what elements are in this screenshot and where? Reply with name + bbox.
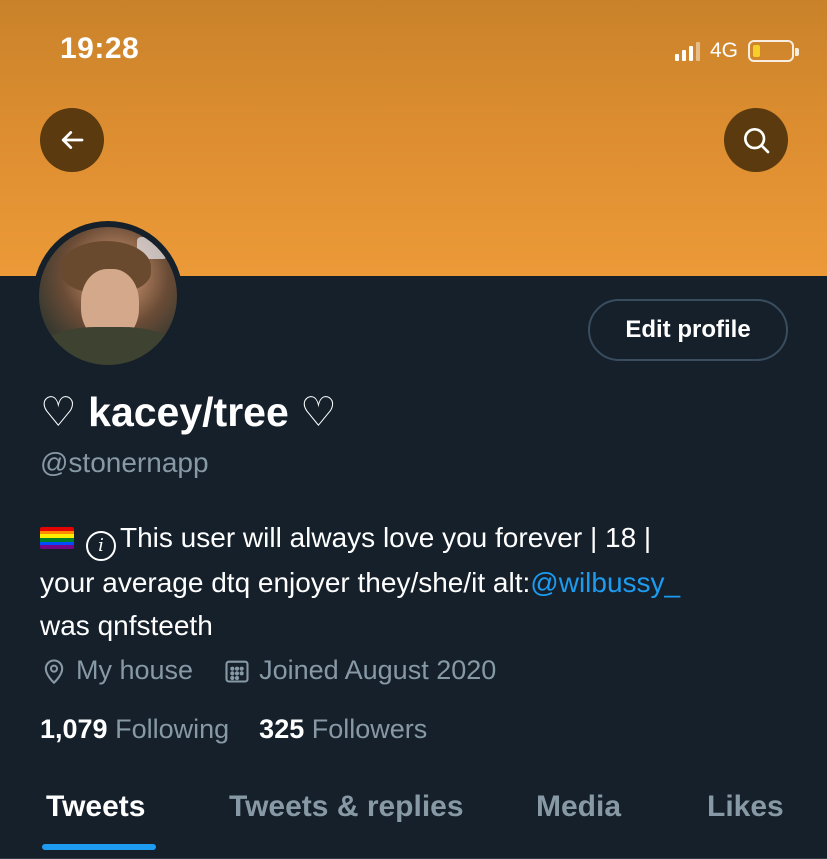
status-time: 19:28: [60, 32, 140, 65]
tab-media[interactable]: Media: [536, 790, 621, 824]
following-label: Following: [115, 714, 230, 744]
tab-tweets[interactable]: Tweets: [46, 790, 145, 824]
signal-icon: [674, 41, 700, 61]
follow-stats: 1,079 Following 325 Followers: [40, 714, 427, 745]
info-icon: i: [86, 530, 116, 561]
following-count: 1,079: [40, 714, 108, 744]
location-icon: [40, 656, 68, 686]
profile-bio: i This user will always love you forever …: [40, 516, 800, 647]
arrow-left-icon: [61, 131, 84, 149]
active-tab-indicator: [42, 844, 156, 850]
network-type: 4G: [709, 39, 738, 62]
calendar-icon: [223, 657, 251, 685]
followers-link[interactable]: 325 Followers: [259, 714, 427, 744]
location-text: My house: [76, 655, 194, 685]
bio-line-1: i This user will always love you forever …: [40, 516, 800, 561]
back-button[interactable]: [40, 108, 104, 172]
following-link[interactable]: 1,079 Following: [40, 714, 229, 744]
battery-icon: [748, 40, 799, 62]
avatar-photo: [39, 227, 177, 365]
followers-label: Followers: [311, 714, 428, 744]
profile-meta: My house Joined August 2020: [40, 655, 496, 686]
tab-likes[interactable]: Likes: [707, 790, 784, 824]
bio-text-1: This user will always love you forever |…: [120, 522, 652, 553]
user-handle: @stonernapp: [40, 447, 209, 478]
search-icon: [744, 127, 770, 154]
display-name: ♡ kacey/tree ♡: [40, 389, 337, 435]
followers-count: 325: [259, 714, 305, 744]
edit-profile-button[interactable]: Edit profile: [588, 299, 788, 361]
search-button[interactable]: [724, 108, 788, 172]
tab-tweets-replies[interactable]: Tweets & replies: [229, 790, 464, 824]
bio-mention-link[interactable]: @wilbussy_: [530, 567, 680, 598]
bio-text-2: your average dtq enjoyer they/she/it alt…: [40, 566, 531, 598]
profile-tabs: Tweets Tweets & replies Media Likes: [0, 780, 827, 859]
bio-text-3: was qnfsteeth: [40, 609, 213, 641]
joined-date: Joined August 2020: [259, 655, 497, 685]
avatar[interactable]: [33, 221, 183, 371]
status-bar-right: 4G: [674, 38, 799, 64]
rainbow-flag-icon: [40, 527, 74, 549]
bio-line-2: your average dtq enjoyer they/she/it alt…: [40, 561, 800, 604]
